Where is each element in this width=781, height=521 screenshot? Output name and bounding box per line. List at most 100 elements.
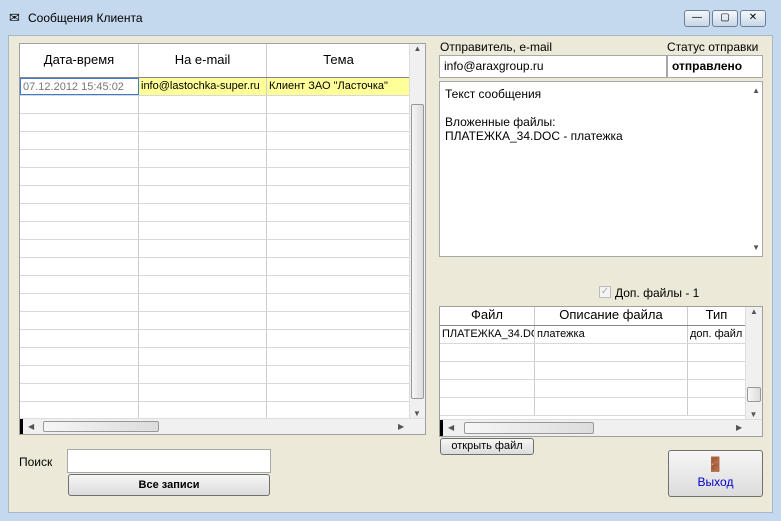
- scroll-right-icon[interactable]: ▶: [398, 422, 404, 431]
- cell-email[interactable]: [139, 132, 267, 149]
- cell-email[interactable]: [139, 312, 267, 329]
- table-row[interactable]: [440, 362, 745, 380]
- cell-subject[interactable]: [267, 366, 410, 383]
- scroll-left-icon[interactable]: ◀: [448, 423, 454, 432]
- vertical-scrollbar[interactable]: ▲ ▼: [409, 44, 425, 418]
- scroll-down-icon[interactable]: ▼: [410, 409, 424, 418]
- table-row[interactable]: [20, 312, 410, 330]
- table-row[interactable]: [20, 384, 410, 402]
- messages-grid[interactable]: Дата-время На e-mail Тема 07.12.2012 15:…: [19, 43, 426, 435]
- table-row[interactable]: 07.12.2012 15:45:02 info@lastochka-super.…: [20, 78, 410, 96]
- table-row[interactable]: [20, 204, 410, 222]
- cell-email[interactable]: [139, 168, 267, 185]
- column-header-file[interactable]: Файл: [440, 307, 535, 325]
- cell-date[interactable]: [20, 384, 139, 401]
- cell-email[interactable]: [139, 330, 267, 347]
- cell-type[interactable]: [688, 362, 745, 379]
- cell-email[interactable]: [139, 276, 267, 293]
- cell-desc[interactable]: [535, 380, 688, 397]
- scroll-left-icon[interactable]: ◀: [28, 422, 34, 431]
- cell-date[interactable]: [20, 204, 139, 221]
- cell-date[interactable]: [20, 312, 139, 329]
- table-row[interactable]: [20, 114, 410, 132]
- column-header-date[interactable]: Дата-время: [20, 44, 139, 77]
- all-records-button[interactable]: Все записи: [68, 474, 270, 496]
- cell-subject[interactable]: [267, 132, 410, 149]
- cell-date[interactable]: [20, 96, 139, 113]
- cell-email[interactable]: [139, 366, 267, 383]
- cell-file[interactable]: [440, 398, 535, 415]
- column-header-type[interactable]: Тип: [688, 307, 745, 325]
- cell-email[interactable]: [139, 150, 267, 167]
- scroll-thumb[interactable]: [411, 104, 424, 399]
- cell-date[interactable]: 07.12.2012 15:45:02: [20, 78, 139, 95]
- attachments-grid[interactable]: Файл Описание файла Тип ПЛАТЕЖКА_34.DOCп…: [439, 306, 763, 437]
- minimize-button[interactable]: —: [684, 10, 710, 27]
- cell-desc[interactable]: [535, 344, 688, 361]
- table-row[interactable]: [20, 294, 410, 312]
- cell-desc[interactable]: [535, 398, 688, 415]
- status-field[interactable]: отправлено: [667, 55, 763, 78]
- horizontal-scrollbar[interactable]: ◀ ▶: [20, 418, 425, 434]
- cell-subject[interactable]: [267, 150, 410, 167]
- cell-email[interactable]: [139, 384, 267, 401]
- cell-date[interactable]: [20, 222, 139, 239]
- cell-subject[interactable]: [267, 186, 410, 203]
- table-row[interactable]: [20, 132, 410, 150]
- h-scroll-thumb[interactable]: [43, 421, 159, 432]
- cell-date[interactable]: [20, 276, 139, 293]
- scroll-down-icon[interactable]: ▼: [752, 243, 760, 252]
- cell-file[interactable]: ПЛАТЕЖКА_34.DOC: [440, 326, 535, 343]
- cell-email[interactable]: [139, 204, 267, 221]
- cell-email[interactable]: [139, 402, 267, 419]
- table-row[interactable]: [440, 398, 745, 416]
- cell-subject[interactable]: [267, 240, 410, 257]
- table-row[interactable]: [20, 258, 410, 276]
- table-row[interactable]: [20, 276, 410, 294]
- cell-subject[interactable]: [267, 276, 410, 293]
- exit-button[interactable]: 🚪 Выход: [668, 450, 763, 497]
- table-row[interactable]: [20, 348, 410, 366]
- cell-date[interactable]: [20, 168, 139, 185]
- cell-subject[interactable]: [267, 402, 410, 419]
- cell-email[interactable]: [139, 114, 267, 131]
- cell-email[interactable]: [139, 222, 267, 239]
- scroll-thumb[interactable]: [747, 387, 761, 402]
- scroll-up-icon[interactable]: ▲: [410, 44, 425, 53]
- table-row[interactable]: [20, 96, 410, 114]
- cell-date[interactable]: [20, 330, 139, 347]
- table-row[interactable]: [20, 186, 410, 204]
- table-row[interactable]: [20, 240, 410, 258]
- cell-date[interactable]: [20, 132, 139, 149]
- scroll-down-icon[interactable]: ▼: [746, 410, 761, 419]
- column-header-email[interactable]: На e-mail: [139, 44, 267, 77]
- cell-date[interactable]: [20, 258, 139, 275]
- close-button[interactable]: ✕: [740, 10, 766, 27]
- cell-email[interactable]: [139, 294, 267, 311]
- table-row[interactable]: [20, 150, 410, 168]
- cell-type[interactable]: [688, 344, 745, 361]
- cell-subject[interactable]: [267, 330, 410, 347]
- cell-type[interactable]: доп. файл: [688, 326, 745, 343]
- maximize-button[interactable]: ▢: [712, 10, 738, 27]
- cell-desc[interactable]: платежка: [535, 326, 688, 343]
- search-input[interactable]: [67, 449, 271, 473]
- scroll-up-icon[interactable]: ▲: [752, 86, 760, 95]
- cell-subject[interactable]: [267, 168, 410, 185]
- cell-file[interactable]: [440, 362, 535, 379]
- message-body[interactable]: Текст сообщения Вложенные файлы: ПЛАТЕЖК…: [439, 81, 763, 257]
- cell-date[interactable]: [20, 366, 139, 383]
- table-row[interactable]: [20, 222, 410, 240]
- cell-email[interactable]: [139, 348, 267, 365]
- cell-desc[interactable]: [535, 362, 688, 379]
- attachments-checkbox[interactable]: ✓: [599, 286, 611, 298]
- cell-file[interactable]: [440, 344, 535, 361]
- h-scroll-thumb[interactable]: [464, 422, 594, 434]
- cell-subject[interactable]: [267, 96, 410, 113]
- cell-email[interactable]: [139, 258, 267, 275]
- cell-subject[interactable]: Клиент ЗАО "Ласточка": [267, 78, 410, 95]
- cell-type[interactable]: [688, 380, 745, 397]
- cell-date[interactable]: [20, 240, 139, 257]
- cell-subject[interactable]: [267, 384, 410, 401]
- cell-date[interactable]: [20, 294, 139, 311]
